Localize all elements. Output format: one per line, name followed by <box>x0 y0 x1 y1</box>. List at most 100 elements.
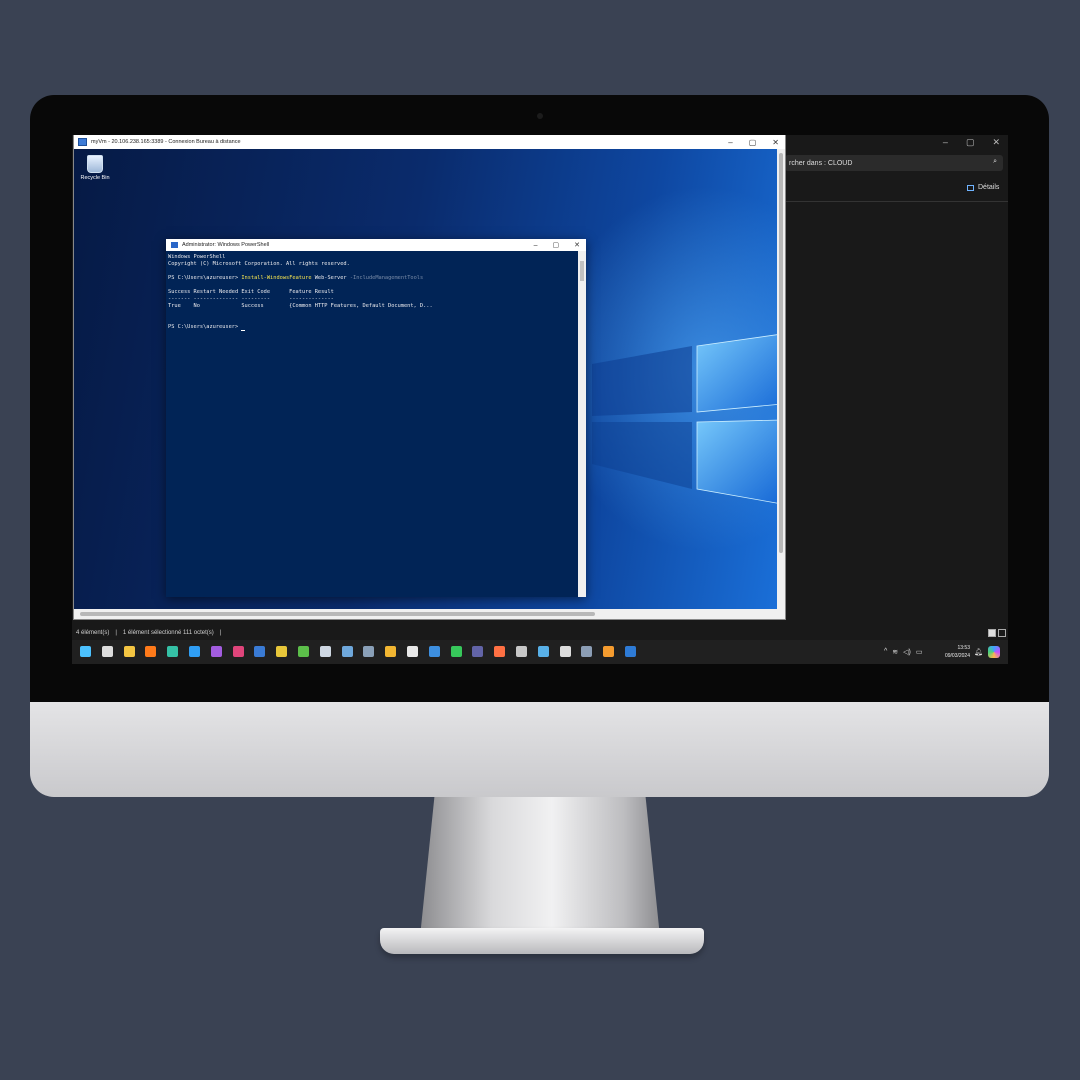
copilot-icon[interactable] <box>988 646 1000 658</box>
text-cursor <box>241 330 246 331</box>
powershell-console[interactable]: Windows PowerShell Copyright (C) Microso… <box>166 251 578 597</box>
rdp-window: myVm - 20.106.238.165:3389 - Connexion B… <box>74 135 785 619</box>
app-package-icon[interactable] <box>581 646 593 657</box>
host-search-box[interactable]: rcher dans : CLOUD ⌕ <box>785 155 1003 171</box>
rdp-horizontal-scrollbar[interactable] <box>74 609 785 619</box>
ps-command: Install-WindowsFeature <box>241 275 312 281</box>
app-cloud-icon[interactable] <box>428 646 440 657</box>
host-window-controls: – ▢ ✕ <box>943 137 1000 148</box>
remote-desktop-icon[interactable] <box>341 646 353 657</box>
edge-icon[interactable] <box>167 646 179 657</box>
system-tray: ^ ≋ ◁) ▭ <box>884 648 923 656</box>
ps-command-arg: Web-Server <box>311 275 350 281</box>
monitor-chin <box>30 702 1049 797</box>
remote-desktop-app-icon[interactable] <box>625 646 636 657</box>
tiles-view-button[interactable] <box>998 629 1006 637</box>
ps-header-line2: Copyright (C) Microsoft Corporation. All… <box>168 261 350 267</box>
ps-scroll-thumb[interactable] <box>580 261 584 281</box>
host-search-text: rcher dans : CLOUD <box>789 159 853 167</box>
windows-logo-wallpaper <box>592 334 777 504</box>
rdp-window-controls: – ▢ ✕ <box>728 135 779 149</box>
powershell-titlebar[interactable]: Administrator: Windows PowerShell – ▢ ✕ <box>166 239 586 251</box>
clock-date: 09/03/2024 <box>944 653 970 659</box>
host-status-bar: 4 élément(s) | 1 élément sélectionné 111… <box>76 630 221 636</box>
ps-prompt2: PS C:\Users\azureuser> <box>168 324 242 330</box>
close-button[interactable]: ✕ <box>992 137 1000 148</box>
wifi-icon[interactable]: ≋ <box>892 648 898 656</box>
maximize-button[interactable]: ▢ <box>966 137 975 148</box>
remote-desktop: Recycle Bin Administrator: Windows Power… <box>74 149 777 609</box>
ps-table-separator: ------- -------------- --------- -------… <box>168 296 334 302</box>
ps-table-row: True No Success {Common HTTP Features, D… <box>168 303 433 309</box>
chrome-icon[interactable] <box>385 646 397 657</box>
minimize-button[interactable]: – <box>943 137 948 148</box>
ps-maximize-button[interactable]: ▢ <box>553 241 560 249</box>
view-toggle <box>988 629 1006 637</box>
rdp-close-button[interactable]: ✕ <box>772 138 779 147</box>
ps-table-header: Success Restart Needed Exit Code Feature… <box>168 289 334 295</box>
powershell-window-controls: – ▢ ✕ <box>534 239 580 251</box>
intellij-icon[interactable] <box>232 646 244 657</box>
teams-icon[interactable] <box>472 646 484 657</box>
firefox-icon[interactable] <box>145 646 157 657</box>
rdp-titlebar[interactable]: myVm - 20.106.238.165:3389 - Connexion B… <box>74 135 785 149</box>
search-icon[interactable] <box>101 646 113 657</box>
ps-header-line1: Windows PowerShell <box>168 254 226 260</box>
ps-minimize-button[interactable]: – <box>534 242 538 249</box>
selection-info: 1 élément sélectionné 111 octet(s) <box>122 630 214 636</box>
taskbar-clock[interactable]: 13:53 09/03/2024 <box>936 644 970 660</box>
powershell-icon[interactable] <box>516 646 527 657</box>
app-blue-icon[interactable] <box>254 646 266 657</box>
clock-time: 13:53 <box>957 645 970 651</box>
rdp-title: myVm - 20.106.238.165:3389 - Connexion B… <box>91 139 241 145</box>
file-explorer-icon[interactable] <box>123 646 135 657</box>
whatsapp-icon[interactable] <box>450 646 462 657</box>
details-button[interactable]: Détails <box>967 184 999 191</box>
screen: – ▢ ✕ rcher dans : CLOUD ⌕ Détails 4 élé… <box>72 135 1008 664</box>
tray-chevron-icon[interactable]: ^ <box>884 648 887 656</box>
recycle-bin[interactable]: Recycle Bin <box>78 155 112 181</box>
app-lambda-icon[interactable] <box>494 646 506 657</box>
host-divider <box>785 201 1008 202</box>
search-icon: ⌕ <box>993 158 997 165</box>
vscode-icon[interactable] <box>189 646 200 657</box>
details-label: Détails <box>978 184 1000 191</box>
status-separator: | <box>115 630 117 636</box>
ps-command-param: -IncludeManagementTools <box>349 275 424 281</box>
rdp-minimize-button[interactable]: – <box>728 138 732 147</box>
github-icon[interactable] <box>559 646 571 657</box>
taskbar: ^ ≋ ◁) ▭ 13:53 09/03/2024 🔔︎ <box>72 640 1008 664</box>
terminal-icon[interactable] <box>363 646 375 657</box>
recycle-bin-icon <box>87 155 103 173</box>
volume-icon[interactable]: ◁) <box>903 648 911 656</box>
status-separator: | <box>219 630 222 636</box>
windows-start-icon[interactable] <box>80 646 91 657</box>
details-pane-icon <box>967 184 974 191</box>
ps-close-button[interactable]: ✕ <box>574 241 580 249</box>
app-yellow-icon[interactable] <box>276 646 288 657</box>
notification-bell-icon[interactable]: 🔔︎ <box>974 648 983 656</box>
powershell-scrollbar[interactable] <box>578 251 586 597</box>
app-paper-icon[interactable] <box>407 646 418 657</box>
app-phone-icon[interactable] <box>537 646 549 657</box>
powershell-window: Administrator: Windows PowerShell – ▢ ✕ … <box>166 239 586 597</box>
monitor-base <box>380 928 704 954</box>
items-count: 4 élément(s) <box>76 630 110 636</box>
rdp-vertical-scrollbar[interactable] <box>777 149 785 609</box>
battery-icon[interactable]: ▭ <box>916 648 923 656</box>
notepad-icon[interactable] <box>319 646 331 657</box>
powershell-title: Administrator: Windows PowerShell <box>182 242 270 248</box>
rdp-hscroll-thumb[interactable] <box>80 612 595 616</box>
monitor-stand <box>420 797 660 937</box>
rdp-maximize-button[interactable]: ▢ <box>749 138 757 147</box>
app-green-icon[interactable] <box>298 646 309 657</box>
remote-desktop-icon <box>78 138 87 146</box>
powershell-icon <box>171 242 178 248</box>
recycle-bin-label: Recycle Bin <box>80 175 110 181</box>
chrome-dev-icon[interactable] <box>603 646 615 657</box>
details-view-button[interactable] <box>988 629 996 637</box>
camera-dot <box>537 113 543 119</box>
rdp-vscroll-thumb[interactable] <box>779 153 783 553</box>
visual-studio-icon[interactable] <box>210 646 222 657</box>
ps-prompt: PS C:\Users\azureuser> <box>168 275 242 281</box>
